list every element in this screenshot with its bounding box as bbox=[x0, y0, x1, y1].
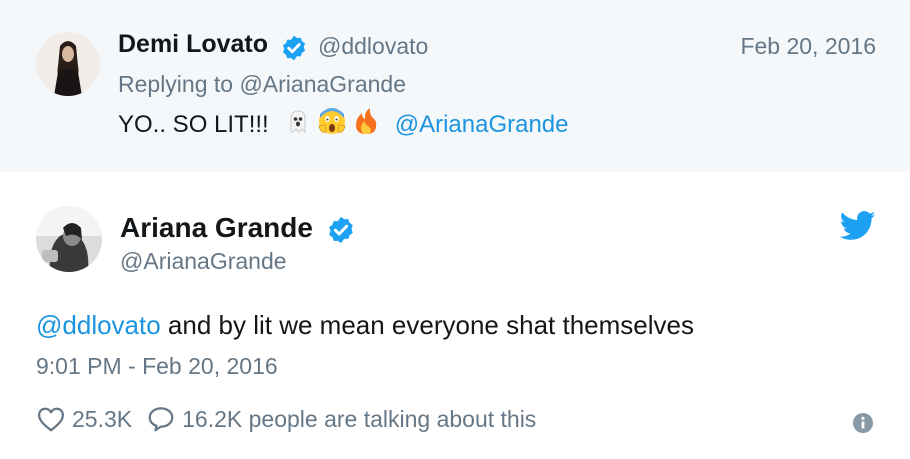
ariana-grande-avatar[interactable] bbox=[36, 206, 102, 272]
info-icon[interactable] bbox=[852, 412, 874, 434]
tweet-author-name[interactable]: Ariana Grande bbox=[120, 212, 313, 244]
reply-tweet-card[interactable]: Demi Lovato @ddlovato Feb 20, 2016 Reply… bbox=[0, 0, 910, 172]
demi-lovato-avatar[interactable] bbox=[36, 32, 100, 96]
reply-author-handle[interactable]: @ddlovato bbox=[318, 33, 428, 60]
tweet-actions: 25.3K 16.2K people are talking about thi… bbox=[36, 404, 536, 434]
reply-author-name[interactable]: Demi Lovato bbox=[118, 30, 268, 59]
ghost-emoji bbox=[283, 106, 313, 143]
tweet-text: @ddlovato and by lit we mean everyone sh… bbox=[36, 310, 694, 341]
tweet-text-body: and by lit we mean everyone shat themsel… bbox=[160, 310, 694, 340]
reply-text: YO.. SO LIT!!! @ArianaGrande bbox=[118, 106, 569, 143]
tweet-timestamp[interactable]: 9:01 PM - Feb 20, 2016 bbox=[36, 353, 278, 380]
emoji-row bbox=[283, 106, 381, 143]
reply-date[interactable]: Feb 20, 2016 bbox=[740, 33, 876, 60]
reply-text-body: YO.. SO LIT!!! bbox=[118, 110, 269, 138]
verified-badge-icon bbox=[326, 215, 356, 245]
scream-emoji bbox=[317, 106, 347, 143]
tweet-mention-link[interactable]: @ddlovato bbox=[36, 310, 161, 340]
talking-count[interactable]: 16.2K people are talking about this bbox=[182, 406, 536, 433]
heart-icon[interactable] bbox=[36, 404, 66, 434]
tweet-author-handle[interactable]: @ArianaGrande bbox=[120, 248, 287, 275]
replying-to-line: Replying to @ArianaGrande bbox=[118, 71, 407, 97]
like-count[interactable]: 25.3K bbox=[72, 406, 132, 433]
comment-bubble-icon[interactable] bbox=[146, 404, 176, 434]
verified-badge-icon bbox=[280, 34, 308, 62]
reply-mention-link[interactable]: @ArianaGrande bbox=[395, 111, 569, 139]
twitter-bird-icon[interactable] bbox=[839, 210, 876, 242]
fire-emoji bbox=[351, 106, 381, 143]
